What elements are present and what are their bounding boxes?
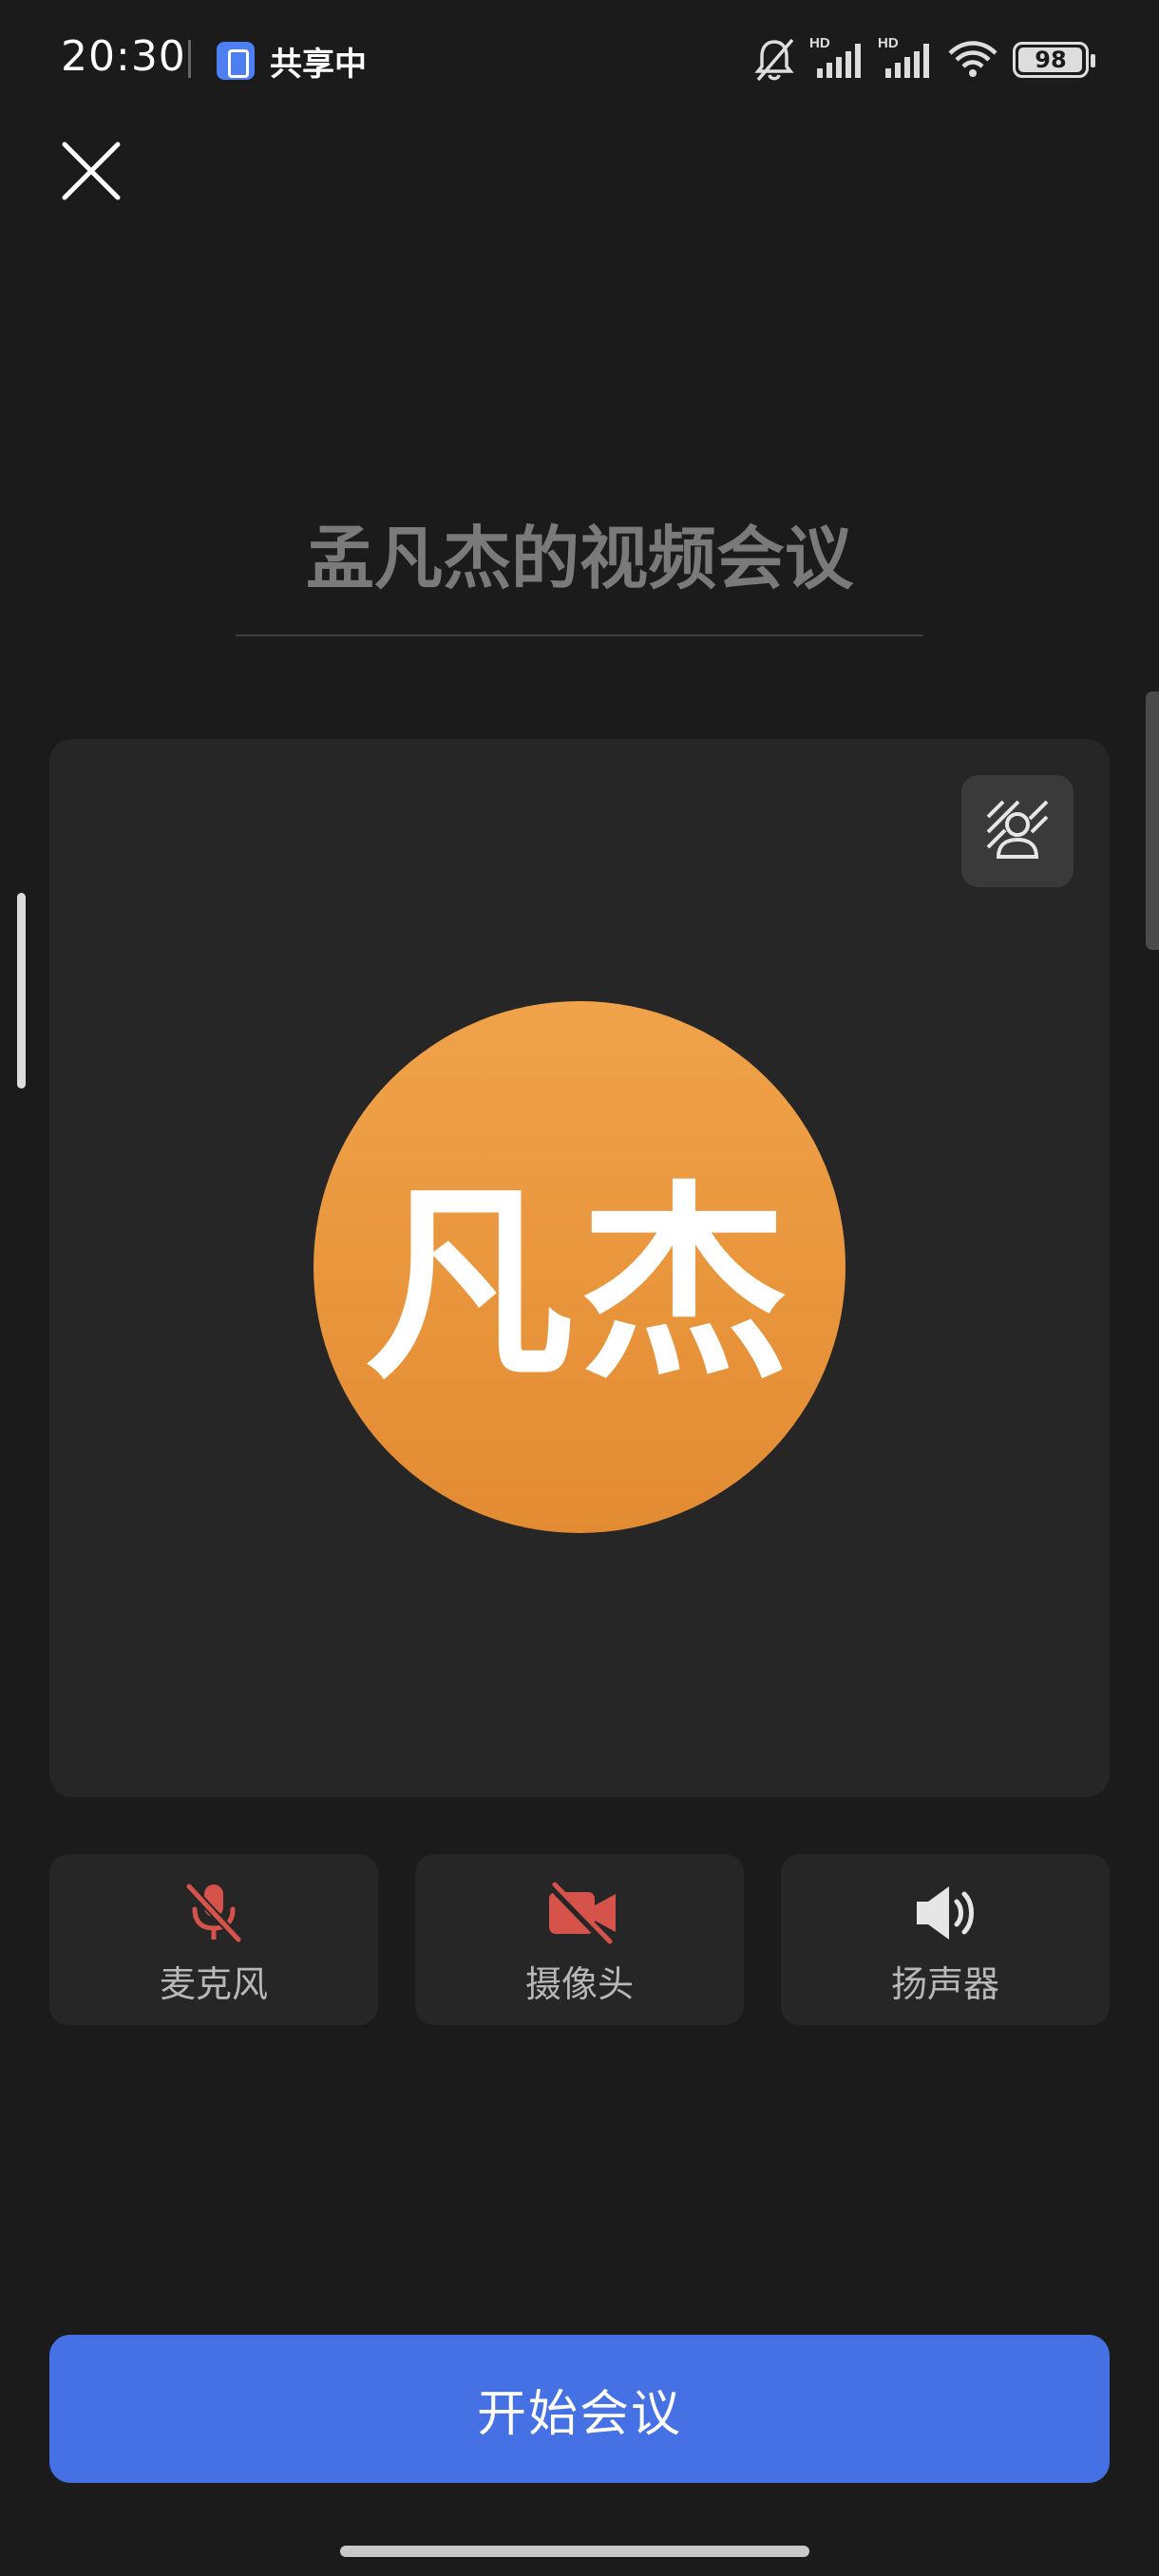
screen-share-icon [217, 42, 255, 80]
svg-text:HD: HD [809, 35, 830, 51]
home-indicator[interactable] [340, 2546, 809, 2557]
microphone-off-icon [185, 1883, 242, 1943]
left-edge-handle[interactable] [17, 893, 26, 1089]
title-underline [236, 635, 923, 636]
status-bar: 20:30 共享中 HD HD 98 [0, 0, 1159, 114]
avatar-initials: 凡杰 [364, 1164, 794, 1407]
battery-icon: 98 [1013, 42, 1095, 78]
camera-label: 摄像头 [524, 1963, 634, 2005]
start-meeting-label: 开始会议 [476, 2385, 682, 2443]
speaker-icon [917, 1886, 974, 1940]
meeting-title-input[interactable]: 孟凡杰的视频会议 [236, 502, 923, 625]
virtual-background-icon [986, 800, 1049, 859]
meeting-setup-screen: 20:30 共享中 HD HD 98 孟凡杰的视频会议 凡杰 麦克风 摄像头 扬… [0, 0, 1159, 2576]
wifi-icon [948, 41, 998, 77]
user-avatar: 凡杰 [314, 1001, 846, 1533]
virtual-background-button[interactable] [961, 775, 1074, 887]
camera-off-icon [547, 1881, 616, 1945]
camera-button[interactable]: 摄像头 [415, 1854, 744, 2025]
status-divider [188, 40, 191, 78]
close-icon [62, 142, 121, 200]
right-edge-handle[interactable] [1146, 691, 1159, 950]
close-button[interactable] [53, 133, 129, 209]
speaker-label: 扬声器 [890, 1963, 999, 2005]
start-meeting-button[interactable]: 开始会议 [49, 2335, 1110, 2483]
share-status-text: 共享中 [270, 46, 367, 84]
microphone-label: 麦克风 [159, 1963, 268, 2005]
bell-off-icon [754, 38, 794, 82]
cellular-signal-icon: HD [809, 35, 861, 78]
cellular-signal-icon-2: HD [878, 35, 929, 78]
status-time: 20:30 [61, 32, 186, 81]
speaker-button[interactable]: 扬声器 [781, 1854, 1110, 2025]
battery-percent: 98 [1035, 47, 1067, 73]
microphone-button[interactable]: 麦克风 [49, 1854, 378, 2025]
svg-text:HD: HD [878, 35, 899, 51]
